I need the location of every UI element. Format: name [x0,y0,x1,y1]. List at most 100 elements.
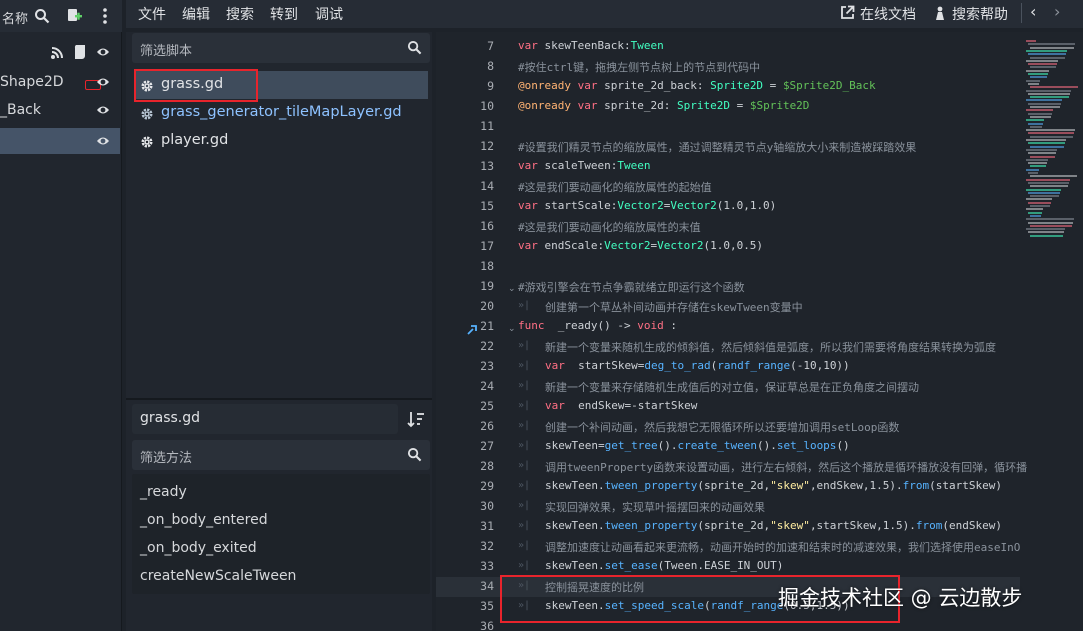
more-options-icon[interactable] [102,7,108,25]
line-number: 12 [480,139,494,153]
code-minimap[interactable] [1020,32,1083,242]
line-number: 17 [480,239,494,253]
script-icon[interactable] [73,44,87,60]
method-filter-placeholder: 筛选方法 [140,451,193,466]
method-filter-input[interactable]: 筛选方法 [132,440,430,470]
minimap-stroke [1026,148,1057,151]
minimap-stroke [1026,129,1075,132]
line-number: 16 [480,219,494,233]
code-line: 调用tweenProperty函数来设置动画，进行左右倾斜，然后这个播放是循环播… [545,461,1028,474]
script-editor-menubar: 文件 编辑 搜索 转到 调试 在线文档 搜索帮助 ‹ › [126,0,1083,28]
code-line: 创建一个补间动画，然后我想它无限循环所以还要增加调用setLoop函数 [545,421,900,434]
add-script-icon[interactable] [66,7,83,24]
method-item[interactable]: _ready [140,484,187,500]
line-number: 35 [480,599,494,613]
minimap-stroke [1030,96,1069,99]
line-number: 28 [480,459,494,473]
code-line: @onready var sprite_2d: Sprite2D = $Spri… [518,99,810,112]
visibility-eye-icon[interactable] [96,45,110,59]
method-item[interactable]: createNewScaleTween [140,568,296,584]
scene-node-collision-shape[interactable]: Shape2D [0,70,120,96]
minimap-stroke [1028,82,1039,85]
menu-goto[interactable]: 转到 [270,4,298,24]
minimap-stroke [1030,66,1056,69]
scene-node-sprite-selected[interactable] [0,128,120,154]
override-icon[interactable] [466,320,478,335]
menu-search[interactable]: 搜索 [226,4,254,24]
chevron-left-icon[interactable]: ‹ [1030,2,1036,21]
code-line: skewTeen.tween_property(sprite_2d,"skew"… [545,479,1003,492]
code-line: @onready var sprite_2d_back: Sprite2D = … [518,79,876,92]
minimap-stroke [1026,79,1040,82]
online-docs-button[interactable]: 在线文档 [860,4,916,24]
minimap-stroke [1028,132,1074,135]
indent-marker: »| [518,340,531,351]
script-filter-input[interactable]: 筛选脚本 [132,33,430,63]
chevron-right-icon[interactable]: › [1054,2,1060,21]
line-number: 20 [480,299,494,313]
minimap-stroke [1030,135,1073,138]
scene-node-sprite-back[interactable]: _Back [0,98,120,124]
indent-marker: »| [518,520,531,531]
minimap-stroke [1026,89,1071,92]
menu-file[interactable]: 文件 [138,4,166,24]
minimap-stroke [1028,201,1051,204]
scene-filter-label: 名称 [2,12,29,27]
line-number: 11 [480,119,494,133]
search-help-button[interactable]: 搜索帮助 [952,4,1008,24]
line-number: 32 [480,539,494,553]
indent-marker: »| [518,380,531,391]
minimap-stroke [1030,185,1068,188]
code-line: #设置我们精灵节点的缩放属性，通过调整精灵节点y轴缩放大小来制造被踩踏效果 [518,141,917,154]
line-number: 15 [480,199,494,213]
minimap-stroke [1026,218,1074,221]
line-number: 10 [480,99,494,113]
menu-debug[interactable]: 调试 [315,4,343,24]
minimap-stroke [1030,175,1077,178]
sort-icon[interactable] [406,409,426,429]
method-item[interactable]: _on_body_entered [140,512,268,528]
line-number: 27 [480,439,494,453]
code-line: var scaleTween:Tween [518,159,651,172]
gear-icon [140,134,154,148]
scene-node-label: _Back [0,102,41,118]
fold-chevron-icon[interactable]: ⌄ [508,284,516,294]
code-line: #这是我们要动画化的缩放属性的起始值 [518,181,712,194]
gear-icon [140,106,154,120]
search-icon [407,40,422,55]
line-number: 34 [480,579,494,593]
code-line: var skewTeenBack:Tween [518,39,664,52]
minimap-stroke [1026,228,1065,231]
code-line: #这是我们要动画化的缩放属性的末值 [518,221,701,234]
script-item-grass-generator[interactable]: grass_generator_tileMapLayer.gd [134,99,428,127]
line-number: 31 [480,519,494,533]
signal-icon[interactable] [50,45,64,59]
menu-edit[interactable]: 编辑 [182,4,210,24]
fold-chevron-icon[interactable]: ⌄ [508,324,516,334]
script-item-player[interactable]: player.gd [134,127,428,155]
visibility-eye-icon[interactable] [96,134,110,148]
line-number: 18 [480,259,494,273]
visibility-eye-icon[interactable] [96,75,110,89]
search-icon[interactable] [34,8,50,24]
scene-tree-header: 名称 [0,0,122,32]
indent-marker: »| [518,440,531,451]
minimap-stroke [1028,211,1042,214]
current-script-field: grass.gd [132,404,398,434]
code-line: 实现回弹效果，实现草叶摇摆回来的动画效果 [545,501,765,514]
current-script-label: grass.gd [140,410,201,426]
visibility-eye-icon[interactable] [96,103,110,117]
minimap-stroke [1030,165,1046,168]
line-number: 29 [480,479,494,493]
method-item[interactable]: _on_body_exited [140,540,257,556]
panel-splitter[interactable] [126,398,432,400]
indent-marker: »| [518,500,531,511]
minimap-stroke [1026,119,1044,122]
minimap-stroke [1030,195,1059,198]
minimap-stroke [1026,40,1036,42]
code-line: func _ready() -> void : [518,319,677,332]
minimap-stroke [1028,63,1057,66]
minimap-stroke [1030,125,1042,128]
minimap-stroke [1026,208,1043,211]
minimap-stroke [1030,86,1078,89]
